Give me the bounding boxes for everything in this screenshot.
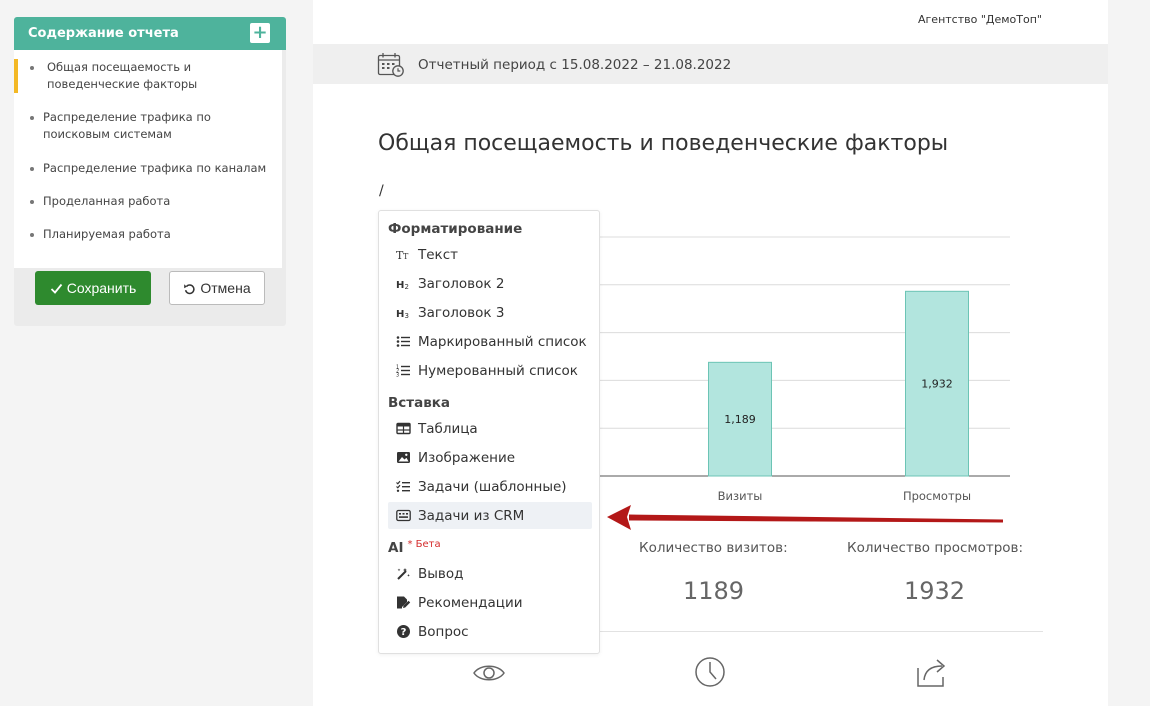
visits-count-label: Количество визитов: xyxy=(639,540,788,556)
chart-category-label-0: Визиты xyxy=(718,489,763,503)
heading3-icon: H3 xyxy=(396,305,411,320)
menu-item-label: Вопрос xyxy=(418,623,469,640)
save-button-label: Сохранить xyxy=(66,280,137,296)
menu-item-heading-3[interactable]: H3 Заголовок 3 xyxy=(388,299,592,326)
toc-item-label: Планируемая работа xyxy=(43,227,171,241)
report-contents-panel: Содержание отчета + Общая посещаемость и… xyxy=(14,17,286,326)
save-button[interactable]: Сохранить xyxy=(35,271,151,305)
report-period-text: Отчетный период с 15.08.2022 – 21.08.202… xyxy=(418,57,732,73)
menu-item-bullet-list[interactable]: Маркированный список xyxy=(388,328,592,355)
toc-item-general-traffic[interactable]: Общая посещаемость и поведенческие факто… xyxy=(14,59,282,93)
chart-data-label-0: 1,189 xyxy=(724,413,756,426)
report-contents-list: Общая посещаемость и поведенческие факто… xyxy=(14,50,282,268)
svg-text:H: H xyxy=(396,280,404,290)
chart-data-label-1: 1,932 xyxy=(921,378,953,391)
menu-item-label: Таблица xyxy=(418,420,478,437)
report-period-bar: Отчетный период с 15.08.2022 – 21.08.202… xyxy=(313,44,1108,84)
bullet-dot-icon xyxy=(30,233,34,237)
menu-section-formatting: Форматирование xyxy=(388,221,523,237)
toc-item-label: Общая посещаемость и поведенческие факто… xyxy=(47,60,198,91)
menu-item-question[interactable]: ? Вопрос xyxy=(388,618,592,645)
menu-item-label: Задачи (шаблонные) xyxy=(418,478,567,495)
views-count-label: Количество просмотров: xyxy=(847,540,1024,556)
menu-item-label: Вывод xyxy=(418,565,464,582)
undo-icon xyxy=(184,283,195,294)
share-icon xyxy=(917,659,946,687)
checklist-icon xyxy=(396,479,411,494)
red-arrow-annotation xyxy=(607,505,1003,530)
menu-item-label: Текст xyxy=(418,246,458,263)
menu-item-label: Заголовок 3 xyxy=(418,304,505,321)
agency-name: Агентство "ДемоТоп" xyxy=(918,13,1042,26)
toc-item-channel-traffic[interactable]: Распределение трафика по каналам xyxy=(14,160,282,177)
toc-item-planned-work[interactable]: Планируемая работа xyxy=(14,226,282,243)
sidebar-actions: Сохранить Отмена xyxy=(35,271,265,305)
calendar-clock-icon xyxy=(377,53,404,77)
svg-text:3: 3 xyxy=(405,312,409,319)
menu-item-crm-tasks[interactable]: Задачи из CRM xyxy=(388,502,592,529)
bullet-dot-icon xyxy=(30,167,34,171)
check-icon xyxy=(50,283,62,294)
menu-item-numbered-list[interactable]: 123 Нумерованный список xyxy=(388,357,592,384)
heading2-icon: H2 xyxy=(396,276,411,291)
editor-slash-command[interactable]: / xyxy=(379,183,384,199)
bullet-dot-icon xyxy=(30,66,34,70)
cancel-button[interactable]: Отмена xyxy=(169,271,265,305)
cancel-button-label: Отмена xyxy=(200,280,251,296)
text-icon: TT xyxy=(396,247,411,262)
clock-icon xyxy=(695,657,725,687)
crm-icon xyxy=(396,508,411,523)
toc-item-label: Распределение трафика по поисковым систе… xyxy=(43,110,211,141)
menu-section-ai: AI * Бета xyxy=(388,539,441,556)
traffic-bar-chart: 1,189 Визиты 1,932 Просмотры xyxy=(600,236,1010,503)
menu-item-recommendations[interactable]: Рекомендации xyxy=(388,589,592,616)
menu-section-ai-label: AI xyxy=(388,540,404,556)
menu-item-label: Изображение xyxy=(418,449,516,466)
svg-text:?: ? xyxy=(401,627,407,638)
views-count-value: 1932 xyxy=(904,577,966,605)
menu-item-label: Заголовок 2 xyxy=(418,275,505,292)
visits-count-value: 1189 xyxy=(683,577,745,605)
magic-wand-icon xyxy=(396,566,411,581)
report-contents-header: Содержание отчета + xyxy=(14,17,286,50)
menu-item-image[interactable]: Изображение xyxy=(388,444,592,471)
toc-item-work-done[interactable]: Проделанная работа xyxy=(14,193,282,210)
svg-text:H: H xyxy=(396,309,404,319)
image-icon xyxy=(396,450,411,465)
menu-item-text[interactable]: TT Текст xyxy=(388,241,592,268)
chart-category-label-1: Просмотры xyxy=(903,489,971,503)
menu-item-table[interactable]: Таблица xyxy=(388,415,592,442)
menu-item-conclusion[interactable]: Вывод xyxy=(388,560,592,587)
menu-section-insert: Вставка xyxy=(388,395,451,411)
toc-item-label: Распределение трафика по каналам xyxy=(43,161,267,175)
svg-text:3: 3 xyxy=(396,373,399,378)
menu-item-label: Рекомендации xyxy=(418,594,523,611)
insert-block-menu: Форматирование TT Текст H2 Заголовок 2 H… xyxy=(378,210,600,654)
toc-item-label: Проделанная работа xyxy=(43,194,171,208)
menu-item-heading-2[interactable]: H2 Заголовок 2 xyxy=(388,270,592,297)
svg-text:2: 2 xyxy=(405,283,409,290)
bullet-dot-icon xyxy=(30,116,34,120)
edit-document-icon xyxy=(396,595,411,610)
beta-badge: * Бета xyxy=(407,539,441,550)
menu-item-label: Маркированный список xyxy=(418,333,587,350)
bullet-list-icon xyxy=(396,334,411,349)
question-icon: ? xyxy=(396,624,411,639)
add-section-button[interactable]: + xyxy=(250,23,270,43)
section-title[interactable]: Общая посещаемость и поведенческие факто… xyxy=(378,131,948,156)
eye-icon xyxy=(473,665,505,681)
menu-item-label: Задачи из CRM xyxy=(418,507,525,524)
menu-item-label: Нумерованный список xyxy=(418,362,578,379)
menu-item-template-tasks[interactable]: Задачи (шаблонные) xyxy=(388,473,592,500)
svg-text:T: T xyxy=(403,252,409,261)
table-icon xyxy=(396,421,411,436)
report-contents-title: Содержание отчета xyxy=(28,26,179,41)
toc-item-search-traffic[interactable]: Распределение трафика по поисковым систе… xyxy=(14,109,282,143)
bullet-dot-icon xyxy=(30,200,34,204)
numbered-list-icon: 123 xyxy=(396,363,411,378)
